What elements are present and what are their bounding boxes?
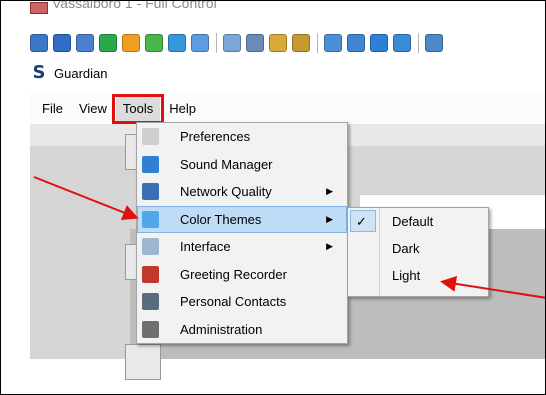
refresh-screen-icon[interactable] bbox=[393, 34, 411, 52]
submenu-arrow-icon: ▶ bbox=[326, 241, 333, 251]
menu-item-label: Greeting Recorder bbox=[180, 266, 287, 282]
toolbar-separator bbox=[216, 33, 217, 53]
side-widget[interactable] bbox=[125, 344, 161, 380]
unlock-icon[interactable] bbox=[292, 34, 310, 52]
theme-option-label: Default bbox=[392, 214, 434, 229]
toolbar-separator bbox=[317, 33, 318, 53]
submenu-arrow-icon: ▶ bbox=[326, 186, 333, 196]
menu-item-label: Preferences bbox=[180, 129, 251, 144]
tools-highlight-box bbox=[111, 94, 165, 124]
blue-square-icon[interactable] bbox=[370, 34, 388, 52]
menu-item-label: Administration bbox=[180, 321, 263, 337]
menu-item-greeting-recorder[interactable]: Greeting Recorder bbox=[137, 261, 347, 289]
theme-option-default[interactable]: ✓ Default bbox=[348, 208, 488, 235]
upload-icon[interactable] bbox=[223, 34, 241, 52]
menu-item-label: Network Quality bbox=[180, 184, 272, 199]
settings-window-icon[interactable] bbox=[347, 34, 365, 52]
phone-icon[interactable] bbox=[168, 34, 186, 52]
preferences-icon bbox=[142, 128, 159, 145]
personal-contacts-icon bbox=[142, 293, 159, 310]
lock-icon[interactable] bbox=[269, 34, 287, 52]
menu-item-interface[interactable]: Interface ▶ bbox=[137, 233, 347, 261]
theme-option-label: Dark bbox=[392, 241, 420, 256]
menu-item-sound-manager[interactable]: Sound Manager bbox=[137, 151, 347, 179]
menu-item-label: Personal Contacts bbox=[180, 294, 287, 309]
toolbar-separator bbox=[418, 33, 419, 53]
menu-view[interactable]: View bbox=[72, 97, 114, 121]
color-themes-submenu: ✓ Default Dark Light bbox=[347, 207, 489, 297]
menu-item-color-themes[interactable]: Color Themes ▶ bbox=[137, 205, 347, 233]
network-monitor-icon bbox=[142, 183, 159, 200]
screen-icon[interactable] bbox=[53, 34, 71, 52]
app-bar: S Guardian bbox=[30, 62, 108, 84]
window-title: Vassalboro 1 - Full Control bbox=[52, 0, 217, 11]
menu-item-administration[interactable]: Administration bbox=[137, 316, 347, 344]
message-icon[interactable] bbox=[191, 34, 209, 52]
theme-option-dark[interactable]: Dark bbox=[348, 235, 488, 262]
interface-icon bbox=[142, 238, 159, 255]
screenshot-frame: Vassalboro 1 - Full Control S Guardian F… bbox=[0, 0, 546, 395]
app-window-icon bbox=[30, 2, 48, 14]
menu-bar: File View Tools Help bbox=[30, 94, 545, 124]
menu-item-network-quality[interactable]: Network Quality ▶ bbox=[137, 178, 347, 206]
menu-item-label: Color Themes bbox=[180, 211, 262, 227]
submenu-arrow-icon: ▶ bbox=[326, 213, 333, 224]
menu-item-label: Interface bbox=[180, 239, 231, 254]
music-note-icon bbox=[142, 155, 159, 173]
copy-icon[interactable] bbox=[425, 34, 443, 52]
terminal-icon[interactable] bbox=[76, 34, 94, 52]
checkmark-icon: ✓ bbox=[356, 214, 367, 229]
greeting-recorder-icon bbox=[142, 265, 159, 283]
guardian-logo-icon: S bbox=[32, 62, 46, 83]
color-themes-icon bbox=[142, 210, 159, 228]
menu-file[interactable]: File bbox=[35, 97, 70, 121]
menu-help[interactable]: Help bbox=[162, 97, 203, 121]
window-title-bar: Vassalboro 1 - Full Control bbox=[30, 0, 545, 23]
window-icon[interactable] bbox=[324, 34, 342, 52]
monitor-icon[interactable] bbox=[30, 34, 48, 52]
app-title: Guardian bbox=[54, 65, 108, 81]
tools-dropdown-menu: Preferences Sound Manager Network Quality ▶… bbox=[136, 122, 348, 344]
menu-item-preferences[interactable]: Preferences bbox=[137, 123, 347, 151]
menu-tools[interactable]: Tools bbox=[111, 94, 165, 124]
transfer-arrows-icon[interactable] bbox=[99, 34, 117, 52]
users-chat-icon[interactable] bbox=[145, 34, 163, 52]
theme-option-light[interactable]: Light bbox=[348, 262, 488, 289]
toolbar bbox=[30, 31, 545, 55]
power-icon[interactable] bbox=[122, 34, 140, 52]
network-icon[interactable] bbox=[246, 34, 264, 52]
menu-item-personal-contacts[interactable]: Personal Contacts bbox=[137, 288, 347, 316]
gear-icon bbox=[142, 320, 159, 338]
menu-item-label: Sound Manager bbox=[180, 156, 273, 172]
theme-option-label: Light bbox=[392, 268, 421, 283]
